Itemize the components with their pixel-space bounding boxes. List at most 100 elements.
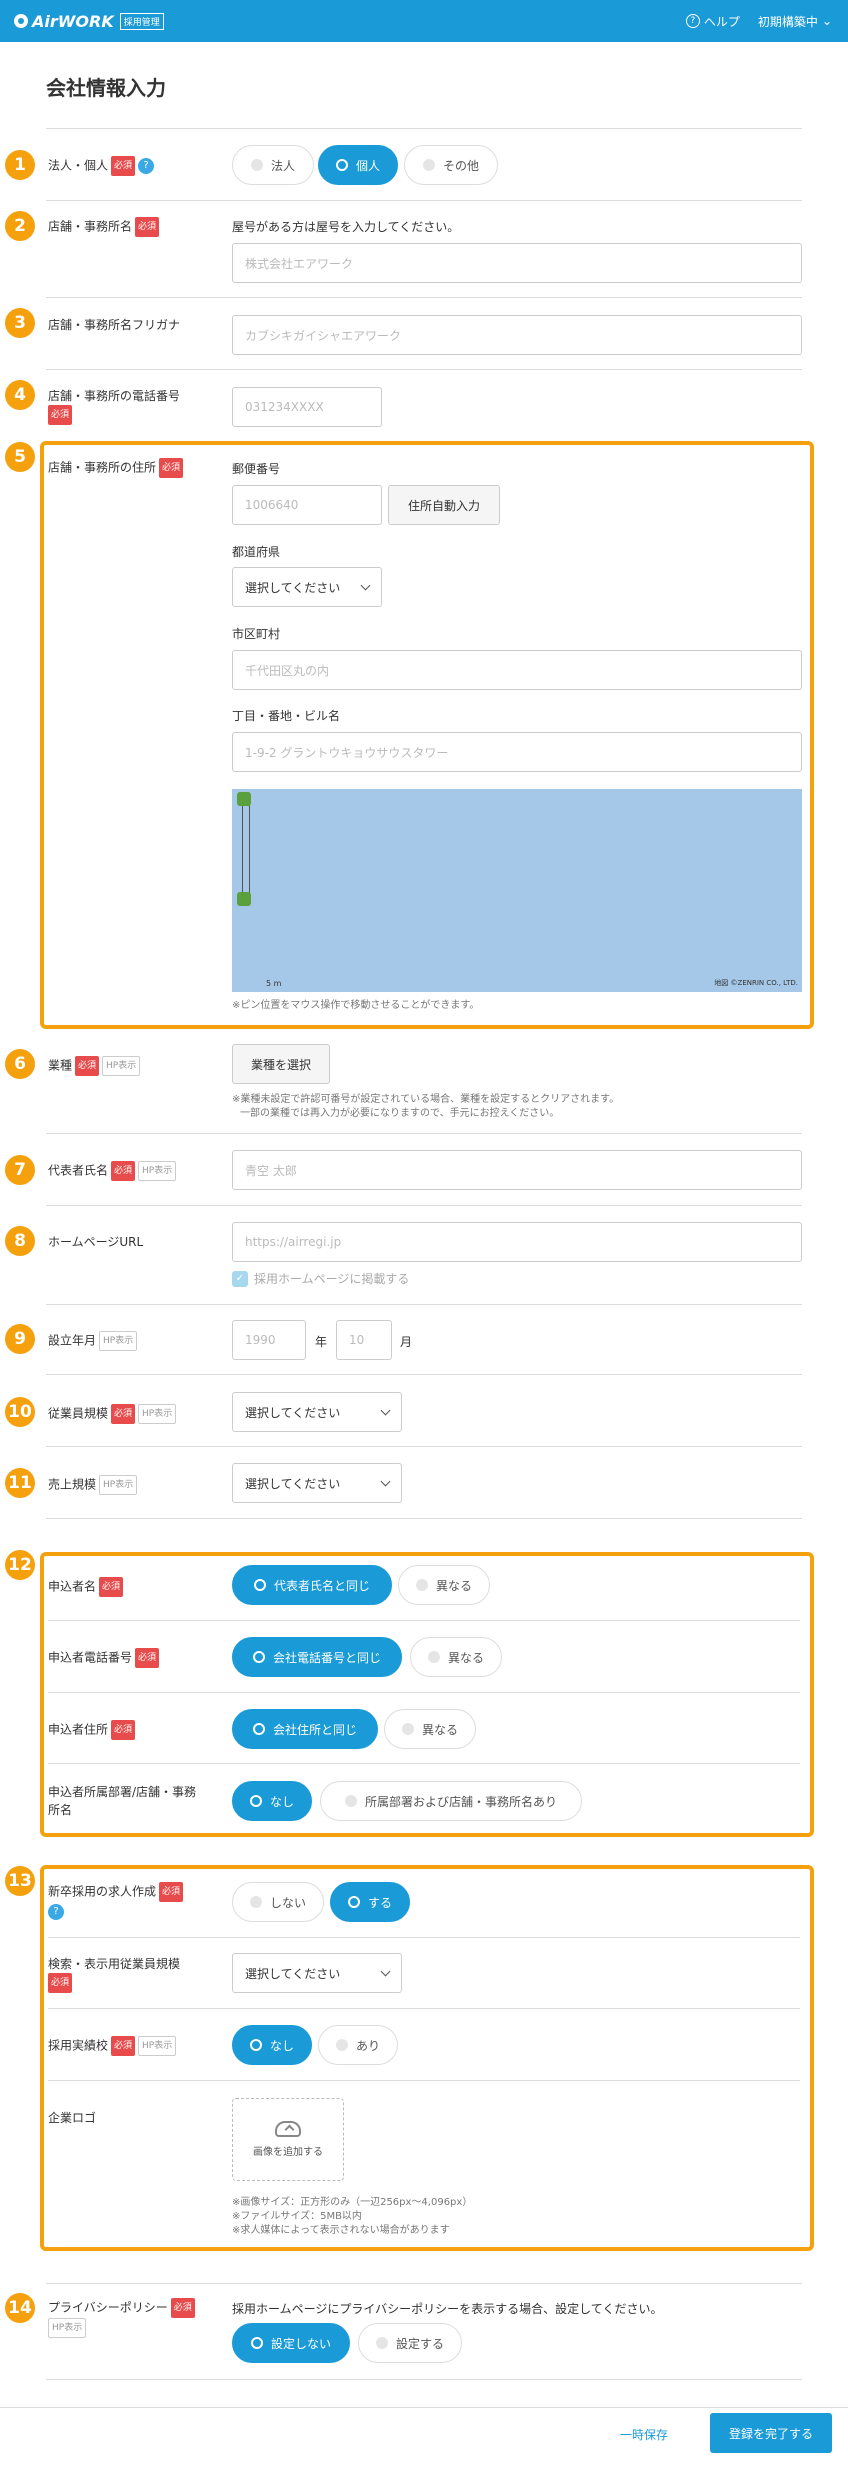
logo-tag: 採用管理	[119, 12, 164, 30]
address-autofill-button[interactable]: 住所自動入力	[388, 485, 500, 525]
field-label: 従業員規模 必須 HP表示	[48, 1404, 177, 1424]
required-badge: 必須	[135, 1648, 160, 1668]
required-badge: 必須	[111, 1720, 136, 1740]
applicant-same-option[interactable]: 代表者氏名と同じ	[232, 1565, 392, 1605]
location-map[interactable]: 5 m 地図 ©ZENRIN CO., LTD.	[232, 789, 802, 992]
select-industry-button[interactable]: 業種を選択	[232, 1044, 330, 1084]
address-different-option[interactable]: 異なる	[384, 1709, 476, 1749]
required-badge: 必須	[75, 1056, 100, 1076]
status-menu[interactable]: 初期構築中 ⌄	[758, 13, 832, 30]
divider	[46, 1205, 802, 1206]
industry-note: ※業種未設定で許認可番号が設定されている場合、業種を設定するとクリアされます。	[232, 1094, 620, 1105]
complete-registration-button[interactable]: 登録を完了する	[710, 2413, 832, 2453]
radio-icon	[401, 1723, 414, 1735]
founded-year-input[interactable]: 1990	[232, 1320, 306, 1360]
option-corporation[interactable]: 法人	[232, 145, 314, 185]
upload-note: ※画像サイズ：正方形のみ（一辺256px〜4,096px）	[232, 2197, 473, 2208]
phone-different-option[interactable]: 異なる	[410, 1637, 502, 1677]
schools-none-option[interactable]: なし	[232, 2025, 312, 2065]
address-same-option[interactable]: 会社住所と同じ	[232, 1709, 378, 1749]
employee-size-select[interactable]: 選択してください	[232, 1392, 402, 1432]
help-icon[interactable]: ?	[48, 1903, 64, 1920]
required-badge: 必須	[48, 1973, 73, 1993]
divider	[46, 1518, 802, 1519]
street-label: 丁目・番地・ビル名	[232, 709, 341, 723]
temporary-save-link[interactable]: 一時保存	[620, 2426, 668, 2443]
privacy-description: 採用ホームページにプライバシーポリシーを表示する場合、設定してください。	[232, 2302, 663, 2316]
step-number: 10	[5, 1397, 35, 1427]
field-label: プライバシーポリシー 必須 HP表示	[48, 2298, 195, 2338]
schools-exists-option[interactable]: あり	[318, 2025, 398, 2065]
step-number: 5	[5, 442, 35, 472]
representative-input[interactable]: 青空 太郎	[232, 1150, 802, 1190]
step-number: 12	[5, 1550, 35, 1580]
hp-badge: HP表示	[138, 2036, 177, 2056]
office-kana-input[interactable]: カブシキガイシャエアワーク	[232, 315, 802, 355]
field-label: 申込者住所 必須	[48, 1720, 136, 1740]
help-link[interactable]: ? ヘルプ	[685, 13, 740, 30]
office-name-input[interactable]: 株式会社エアワーク	[232, 243, 802, 283]
option-individual[interactable]: 個人	[318, 145, 398, 185]
upload-note: ※ファイルサイズ：5MB以内	[232, 2211, 362, 2222]
step-number: 6	[5, 1049, 35, 1079]
publish-checkbox[interactable]: ✓ 採用ホームページに掲載する	[232, 1270, 409, 1287]
field-label: 業種 必須 HP表示	[48, 1056, 141, 1076]
month-unit: 月	[400, 1335, 413, 1349]
required-badge: 必須	[111, 2036, 136, 2056]
upload-icon	[275, 2121, 301, 2137]
field-label: 店舗・事務所の住所 必須	[48, 458, 184, 478]
divider	[48, 1937, 800, 1938]
founded-month-input[interactable]: 10	[336, 1320, 392, 1360]
radio-icon	[250, 159, 263, 171]
postal-label: 郵便番号	[232, 462, 281, 476]
radio-icon	[415, 1579, 428, 1591]
field-label: 新卒採用の求人作成 必須?	[48, 1882, 184, 1920]
logo-upload[interactable]: 画像を追加する	[232, 2098, 344, 2181]
step-number: 7	[5, 1155, 35, 1185]
field-label: 店舗・事務所の電話番号 必須	[48, 387, 180, 425]
phone-input[interactable]: 031234XXXX	[232, 387, 382, 427]
divider	[46, 128, 802, 129]
help-icon: ?	[685, 14, 700, 28]
required-badge: 必須	[135, 217, 160, 237]
zoom-in-icon[interactable]	[237, 792, 251, 806]
divider	[46, 1133, 802, 1134]
zoom-handle[interactable]	[237, 892, 251, 906]
required-badge: 必須	[170, 2298, 195, 2318]
new-grad-yes-option[interactable]: する	[330, 1882, 410, 1922]
privacy-on-option[interactable]: 設定する	[358, 2323, 462, 2363]
radio-icon	[347, 1896, 360, 1908]
applicant-different-option[interactable]: 異なる	[398, 1565, 490, 1605]
divider	[48, 2080, 800, 2081]
divider	[46, 2283, 802, 2284]
street-input[interactable]: 1-9-2 グラントウキョウサウスタワー	[232, 732, 802, 772]
department-none-option[interactable]: なし	[232, 1781, 312, 1821]
radio-icon	[252, 1723, 265, 1735]
postal-input[interactable]: 1006640	[232, 485, 382, 525]
new-grad-no-option[interactable]: しない	[232, 1882, 324, 1922]
city-input[interactable]: 千代田区丸の内	[232, 650, 802, 690]
chevron-down-icon	[360, 580, 371, 590]
search-employee-size-select[interactable]: 選択してください	[232, 1953, 402, 1993]
phone-same-option[interactable]: 会社電話番号と同じ	[232, 1637, 402, 1677]
homepage-url-input[interactable]: https://airregi.jp	[232, 1222, 802, 1262]
divider	[46, 297, 802, 298]
field-label: 店舗・事務所名フリガナ	[48, 318, 181, 332]
help-icon[interactable]: ?	[138, 158, 155, 174]
sales-size-select[interactable]: 選択してください	[232, 1463, 402, 1503]
divider	[46, 1374, 802, 1375]
option-other[interactable]: その他	[404, 145, 498, 185]
prefecture-select[interactable]: 選択してください	[232, 567, 382, 607]
required-badge: 必須	[159, 1882, 184, 1902]
zoom-slider[interactable]	[242, 797, 250, 901]
department-exists-option[interactable]: 所属部署および店舗・事務所名あり	[320, 1781, 582, 1821]
radio-icon	[250, 2337, 263, 2349]
step-number: 4	[5, 380, 35, 410]
logo-text: AirWORK	[32, 11, 114, 31]
step-number: 13	[5, 1866, 35, 1896]
radio-icon	[335, 2039, 348, 2051]
field-label: 採用実績校 必須 HP表示	[48, 2036, 177, 2056]
divider	[46, 2379, 802, 2380]
privacy-off-option[interactable]: 設定しない	[232, 2323, 350, 2363]
logo[interactable]: AirWORK 採用管理	[14, 9, 164, 33]
